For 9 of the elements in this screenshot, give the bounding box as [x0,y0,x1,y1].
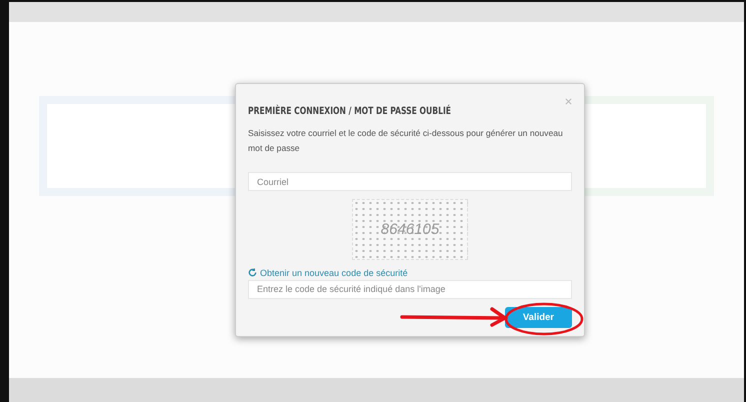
email-field[interactable]: Courriel [248,172,572,192]
submit-button[interactable]: Valider [504,307,572,328]
security-code-field[interactable]: Entrez le code de sécurité indiqué dans l'image [248,280,572,299]
captcha-image: 8646105 [352,199,468,260]
dialog-description: Saisissez votre courriel et le code de sécurité ci-dessous pour générer un nouveau mot de passe [248,127,564,155]
close-icon[interactable] [565,98,572,105]
refresh-link[interactable]: Obtenir un nouveau code de sécurité [260,268,408,278]
dialog-title: PREMIÈRE CONNEXION / MOT DE PASSE OUBLIÉ [248,106,452,117]
refresh-icon[interactable] [248,268,257,278]
